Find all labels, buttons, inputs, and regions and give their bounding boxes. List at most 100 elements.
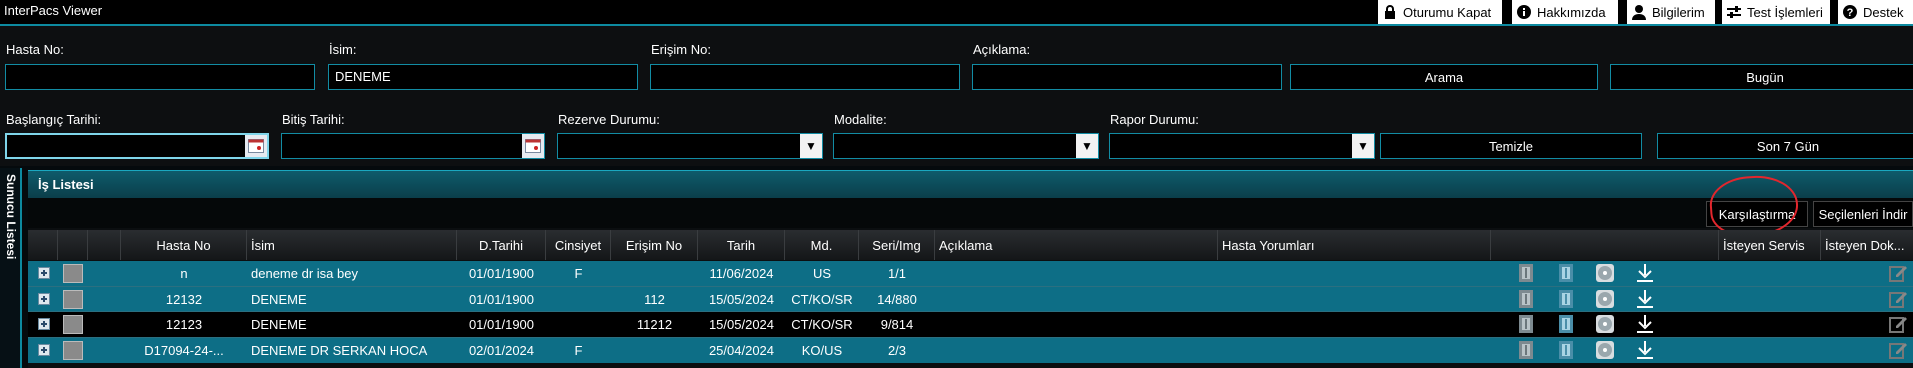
xray-icon[interactable] xyxy=(1556,314,1576,334)
start-date-input[interactable] xyxy=(5,133,269,159)
column-date[interactable]: Tarih xyxy=(698,230,785,260)
download-icon[interactable] xyxy=(1635,314,1655,334)
cell-series-images: 2/3 xyxy=(887,343,907,358)
report-icon[interactable] xyxy=(1516,289,1536,309)
column-access-no[interactable]: Erişim No xyxy=(611,230,698,260)
table-row[interactable]: 12123 DENEME 01/01/1900 11212 15/05/2024 CT/K… xyxy=(28,312,1913,337)
last-7-days-button[interactable]: Son 7 Gün xyxy=(1657,133,1913,159)
my-info-label: Bilgilerim xyxy=(1652,4,1705,20)
xray-icon[interactable] xyxy=(1556,289,1576,309)
edit-icon[interactable] xyxy=(1888,289,1908,309)
patient-no-input[interactable] xyxy=(5,64,315,90)
access-no-label: Erişim No: xyxy=(651,42,711,57)
column-requesting-service[interactable]: İsteyen Servis xyxy=(1719,230,1821,260)
cell-date: 25/04/2024 xyxy=(708,343,775,358)
row-divider xyxy=(28,337,1913,338)
column-requesting-doctor[interactable]: İsteyen Dok... xyxy=(1821,230,1913,260)
name-input[interactable]: DENEME xyxy=(328,64,638,90)
my-info-button[interactable]: Bilgilerim xyxy=(1627,0,1715,24)
worklist-title: İş Listesi xyxy=(38,177,94,192)
search-filter-panel: Hasta No: İsim: DENEME Erişim No: Açıkla… xyxy=(0,24,1913,166)
row-select-checkbox[interactable] xyxy=(63,341,83,360)
download-icon[interactable] xyxy=(1635,263,1655,283)
disc-icon[interactable] xyxy=(1595,263,1615,283)
row-select-checkbox[interactable] xyxy=(63,315,83,334)
expand-row-icon[interactable] xyxy=(38,344,50,356)
xray-icon[interactable] xyxy=(1556,263,1576,283)
clear-button[interactable]: Temizle xyxy=(1380,133,1642,159)
test-operations-button[interactable]: Test İşlemleri xyxy=(1722,0,1830,24)
reserve-status-select[interactable]: ▼ xyxy=(557,133,823,159)
edit-icon[interactable] xyxy=(1888,263,1908,283)
report-icon[interactable] xyxy=(1516,340,1536,360)
cell-date: 11/06/2024 xyxy=(709,266,774,281)
expand-row-icon[interactable] xyxy=(38,293,50,305)
today-button[interactable]: Bugün xyxy=(1610,64,1913,90)
worklist-table-header: Hasta No İsim D.Tarihi Cinsiyet Erişim N… xyxy=(28,230,1913,260)
expand-row-icon[interactable] xyxy=(38,318,50,330)
compare-button[interactable]: Karşılaştırma xyxy=(1706,201,1808,227)
user-icon xyxy=(1631,4,1647,20)
column-patient-no[interactable]: Hasta No xyxy=(121,230,247,260)
column-birth-date[interactable]: D.Tarihi xyxy=(457,230,546,260)
cell-patient-no: n xyxy=(180,266,188,281)
cell-name: DENEME xyxy=(251,292,307,307)
modality-select[interactable]: ▼ xyxy=(833,133,1099,159)
cell-access-no xyxy=(611,261,698,286)
server-list-tab[interactable]: Sunucu Listesi xyxy=(0,168,22,368)
logout-button[interactable]: Oturumu Kapat xyxy=(1378,0,1502,24)
header-blank xyxy=(88,230,121,260)
support-button[interactable]: ? Destek xyxy=(1838,0,1913,24)
calendar-icon[interactable] xyxy=(245,135,267,157)
table-row[interactable]: D17094-24-... DENEME DR SERKAN HOCA 02/01/… xyxy=(28,338,1913,363)
reserve-status-label: Rezerve Durumu: xyxy=(558,112,660,127)
name-label: İsim: xyxy=(329,42,357,57)
row-divider xyxy=(28,311,1913,312)
modality-label: Modalite: xyxy=(834,112,887,127)
about-label: Hakkımızda xyxy=(1537,4,1606,20)
column-name[interactable]: İsim xyxy=(247,230,457,260)
cell-patient-no: 12132 xyxy=(165,292,203,307)
row-select-checkbox[interactable] xyxy=(63,290,83,309)
report-icon[interactable] xyxy=(1516,314,1536,334)
report-icon[interactable] xyxy=(1516,263,1536,283)
chevron-down-icon[interactable]: ▼ xyxy=(1352,134,1374,158)
patient-no-label: Hasta No: xyxy=(6,42,64,57)
access-no-input[interactable] xyxy=(650,64,960,90)
edit-icon[interactable] xyxy=(1888,314,1908,334)
column-description[interactable]: Açıklama xyxy=(935,230,1218,260)
cell-modality: CT/KO/SR xyxy=(791,317,853,332)
disc-icon[interactable] xyxy=(1595,289,1615,309)
search-button[interactable]: Arama xyxy=(1290,64,1598,90)
chevron-down-icon[interactable]: ▼ xyxy=(1076,134,1098,158)
cell-date: 15/05/2024 xyxy=(708,317,775,332)
description-input[interactable] xyxy=(972,64,1282,90)
expand-row-icon[interactable] xyxy=(38,267,50,279)
logout-label: Oturumu Kapat xyxy=(1403,4,1492,20)
lock-icon xyxy=(1382,4,1398,20)
report-status-select[interactable]: ▼ xyxy=(1109,133,1375,159)
chevron-down-icon[interactable]: ▼ xyxy=(800,134,822,158)
download-selected-button[interactable]: Seçilenleri İndir xyxy=(1813,201,1913,227)
column-series-images[interactable]: Seri/Img xyxy=(859,230,935,260)
xray-icon[interactable] xyxy=(1556,340,1576,360)
download-icon[interactable] xyxy=(1635,289,1655,309)
disc-icon[interactable] xyxy=(1595,340,1615,360)
cell-sex xyxy=(546,312,611,337)
table-row[interactable]: 12132 DENEME 01/01/1900 112 15/05/2024 CT/KO/… xyxy=(28,287,1913,312)
column-sex[interactable]: Cinsiyet xyxy=(546,230,611,260)
download-icon[interactable] xyxy=(1635,340,1655,360)
row-select-checkbox[interactable] xyxy=(63,264,83,283)
about-button[interactable]: Hakkımızda xyxy=(1512,0,1618,24)
row-divider xyxy=(28,286,1913,287)
column-patient-comments[interactable]: Hasta Yorumları xyxy=(1218,230,1491,260)
edit-icon[interactable] xyxy=(1888,340,1908,360)
cell-modality: KO/US xyxy=(801,343,843,358)
column-modality[interactable]: Md. xyxy=(785,230,859,260)
cell-sex: F xyxy=(574,266,583,281)
calendar-icon[interactable] xyxy=(522,134,544,158)
table-row[interactable]: n deneme dr isa bey 01/01/1900 F 11/06/2024 U… xyxy=(28,261,1913,286)
server-list-tab-label: Sunucu Listesi xyxy=(4,174,18,260)
disc-icon[interactable] xyxy=(1595,314,1615,334)
end-date-input[interactable] xyxy=(281,133,545,159)
